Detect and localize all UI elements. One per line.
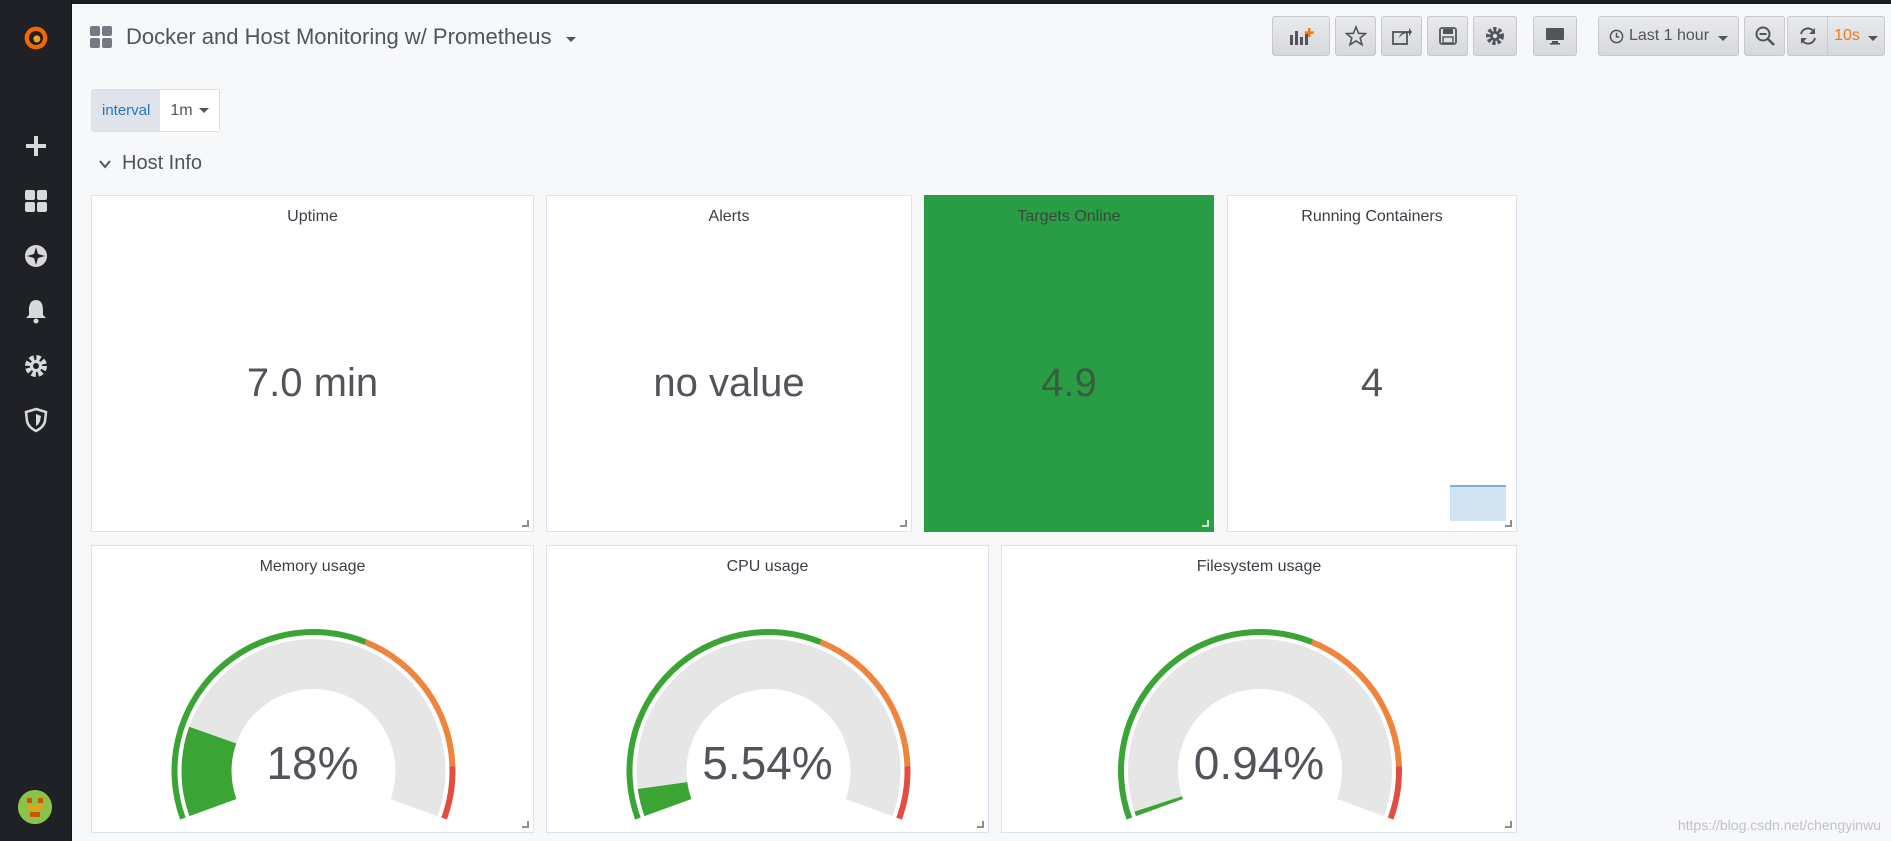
user-avatar[interactable]: [18, 790, 52, 824]
gear-icon: [1486, 27, 1504, 45]
settings-button[interactable]: [1473, 16, 1517, 56]
grafana-logo-icon[interactable]: [0, 16, 72, 60]
panel-title: Running Containers: [1301, 208, 1443, 225]
interval-variable: interval 1m: [91, 89, 220, 132]
save-icon: [1438, 27, 1457, 45]
sidebar: [0, 0, 72, 841]
panel-resize-handle[interactable]: [522, 821, 529, 828]
panel-resize-handle[interactable]: [522, 520, 529, 527]
grafana-logo-icon-svg: [24, 26, 48, 50]
star-button[interactable]: [1335, 16, 1376, 56]
time-range-label: Last 1 hour: [1628, 27, 1710, 44]
row-title: Host Info: [122, 152, 203, 174]
gauge-cpu: [626, 629, 911, 820]
stat-value: 7.0 min: [246, 361, 379, 405]
refresh-button[interactable]: [1787, 16, 1828, 56]
time-picker-button[interactable]: Last 1 hour: [1598, 16, 1739, 56]
chevron-down-icon: [1867, 35, 1878, 41]
share-icon: [1391, 28, 1412, 45]
server-admin-shield-icon[interactable]: [0, 398, 72, 442]
gauge-memory: [171, 629, 456, 820]
monitor-icon: [1546, 28, 1564, 45]
dashboard-title: Docker and Host Monitoring w/ Prometheus: [126, 24, 552, 49]
stat-value: 4: [1360, 361, 1384, 405]
sparkline: [1450, 485, 1506, 521]
panel-resize-handle[interactable]: [977, 821, 984, 828]
panel-resize-handle[interactable]: [1505, 821, 1512, 828]
panel-resize-handle[interactable]: [1202, 520, 1209, 527]
panel-cpu-usage[interactable]: CPU usage 5.54%: [546, 545, 989, 833]
gauge-value: 0.94%: [1193, 737, 1325, 789]
chevron-down-icon: [565, 36, 576, 42]
panel-title: Targets Online: [1017, 208, 1121, 225]
gauge-value: 5.54%: [702, 737, 833, 789]
panel-running-containers[interactable]: Running Containers 4: [1227, 195, 1517, 532]
panel-title: Uptime: [287, 208, 338, 225]
watermark-text: https://blog.csdn.net/chengyinwu: [1677, 817, 1881, 833]
clock-icon: [1609, 29, 1624, 43]
refresh-icon: [1799, 27, 1816, 45]
panel-resize-handle[interactable]: [900, 520, 907, 527]
cycle-view-mode-button[interactable]: [1533, 16, 1577, 56]
interval-variable-select[interactable]: 1m: [160, 90, 219, 131]
chevron-down-icon: [1718, 35, 1729, 41]
chevron-down-icon: [198, 108, 209, 113]
zoom-out-button[interactable]: [1744, 16, 1785, 56]
panel-title: Alerts: [708, 208, 750, 225]
zoom-out-icon: [1755, 26, 1775, 46]
gauge-value: 18%: [266, 737, 359, 789]
dashboard-title-picker[interactable]: Docker and Host Monitoring w/ Prometheus: [90, 20, 576, 54]
save-button[interactable]: [1427, 16, 1468, 56]
dashboard-grid-icon: [90, 26, 112, 48]
stat-value: no value: [653, 361, 805, 405]
configuration-gear-icon[interactable]: [0, 344, 72, 388]
interval-variable-label: interval: [92, 90, 161, 131]
panel-filesystem-usage[interactable]: Filesystem usage 0.94%: [1001, 545, 1517, 833]
interval-variable-value: 1m: [170, 101, 193, 119]
stat-value: 4.9: [1041, 361, 1097, 405]
top-border: [0, 0, 1891, 4]
explore-compass-icon[interactable]: [0, 234, 72, 278]
panel-resize-handle[interactable]: [1505, 520, 1512, 527]
panel-uptime[interactable]: Uptime 7.0 min: [91, 195, 534, 532]
dashboards-grid-icon[interactable]: [0, 179, 72, 223]
panel-alerts[interactable]: Alerts no value: [546, 195, 912, 532]
refresh-interval-label: 10s: [1834, 27, 1860, 44]
create-plus-icon[interactable]: [0, 124, 72, 168]
refresh-interval-picker[interactable]: 10s: [1827, 16, 1885, 56]
panel-targets-online[interactable]: Targets Online 4.9: [924, 195, 1214, 532]
gauge-filesystem: [1118, 629, 1402, 820]
row-header-host-info[interactable]: Host Info: [98, 152, 202, 175]
alerting-bell-icon[interactable]: [0, 289, 72, 333]
add-panel-button[interactable]: [1272, 16, 1330, 56]
chevron-down-icon: [99, 159, 111, 169]
star-icon: [1344, 25, 1367, 47]
add-panel-icon: [1290, 28, 1314, 45]
panel-memory-usage[interactable]: Memory usage 18%: [91, 545, 534, 833]
share-button[interactable]: [1381, 16, 1422, 56]
